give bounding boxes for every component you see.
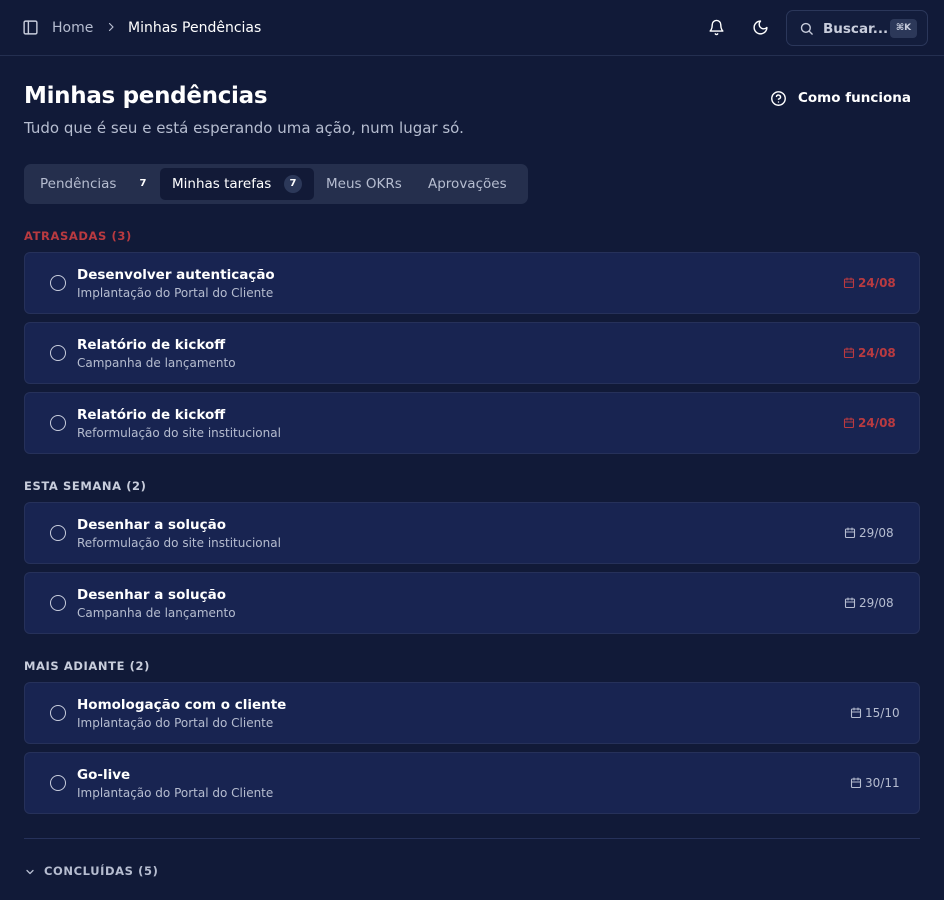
chevron-right-icon (108, 22, 114, 32)
task-title: Go-live (77, 767, 131, 783)
section-label-later: MAIS ADIANTE (2) (24, 659, 150, 673)
page-subtitle: Tudo que é seu e está esperando uma ação… (24, 119, 464, 137)
task-title: Desenhar a solução (77, 517, 226, 533)
sidebar-icon[interactable] (22, 19, 39, 36)
moon-icon[interactable] (752, 19, 769, 36)
section-label-this-week: ESTA SEMANA (2) (24, 479, 147, 493)
task-project: Implantação do Portal do Cliente (77, 286, 274, 300)
task-project: Reformulação do site institucional (77, 426, 281, 440)
due-date: 15/10 (850, 705, 900, 721)
bell-icon[interactable] (708, 19, 725, 36)
divider (24, 838, 920, 839)
calendar-icon (850, 707, 862, 719)
due-date-text: 15/10 (865, 706, 900, 720)
calendar-icon (843, 347, 855, 359)
search-shortcut: ⌘K (890, 19, 917, 38)
due-date: 24/08 (843, 415, 896, 431)
search-label: Buscar... (823, 21, 889, 37)
due-date-text: 24/08 (858, 346, 896, 360)
tab-label: Meus OKRs (326, 176, 402, 192)
task-project: Implantação do Portal do Cliente (77, 786, 274, 800)
tab-label: Aprovações (428, 176, 507, 192)
breadcrumb-home[interactable]: Home (52, 19, 93, 37)
tab-pendencias[interactable]: Pendências 7 (28, 168, 156, 200)
tab-count-badge: 7 (139, 178, 147, 189)
due-date: 24/08 (843, 345, 896, 361)
task-row[interactable]: Go-live Implantação do Portal do Cliente… (24, 752, 920, 814)
circle-icon[interactable] (50, 595, 66, 611)
task-row[interactable]: Relatório de kickoff Campanha de lançame… (24, 322, 920, 384)
top-bar: Home Minhas Pendências Buscar... ⌘K (0, 0, 944, 56)
section-label-late: ATRASADAS (3) (24, 229, 132, 243)
circle-icon[interactable] (50, 275, 66, 291)
task-row[interactable]: Relatório de kickoff Reformulação do sit… (24, 392, 920, 454)
due-date-text: 24/08 (858, 276, 896, 290)
task-row[interactable]: Desenhar a solução Campanha de lançament… (24, 572, 920, 634)
task-project: Reformulação do site institucional (77, 536, 281, 550)
calendar-icon (844, 597, 856, 609)
circle-icon[interactable] (50, 415, 66, 431)
how-it-works-label: Como funciona (798, 90, 911, 106)
due-date-text: 30/11 (865, 776, 900, 790)
task-title: Relatório de kickoff (77, 337, 226, 353)
calendar-icon (843, 417, 855, 429)
calendar-icon (843, 277, 855, 289)
task-project: Implantação do Portal do Cliente (77, 716, 274, 730)
tab-label: Minhas tarefas (172, 176, 272, 192)
tab-bar: Pendências 7 Minhas tarefas 7 Meus OKRs … (24, 164, 528, 204)
due-date: 29/08 (844, 595, 895, 611)
help-circle-icon (771, 91, 786, 106)
due-date: 30/11 (850, 775, 900, 791)
circle-icon[interactable] (50, 525, 66, 541)
tab-count-badge: 7 (284, 175, 302, 193)
due-date-text: 24/08 (858, 416, 896, 430)
circle-icon[interactable] (50, 345, 66, 361)
task-row[interactable]: Desenhar a solução Reformulação do site … (24, 502, 920, 564)
tab-meus-okrs[interactable]: Meus OKRs (316, 168, 412, 200)
search-icon (800, 22, 813, 35)
task-title: Relatório de kickoff (77, 407, 226, 423)
tab-label: Pendências (40, 176, 117, 192)
circle-icon[interactable] (50, 705, 66, 721)
chevron-down-icon (26, 869, 34, 875)
task-title: Homologação com o cliente (77, 697, 287, 713)
calendar-icon (844, 527, 856, 539)
page-title: Minhas pendências (24, 83, 268, 109)
due-date-text: 29/08 (859, 526, 894, 540)
task-project: Campanha de lançamento (77, 606, 236, 620)
task-project: Campanha de lançamento (77, 356, 236, 370)
due-date-text: 29/08 (859, 596, 894, 610)
task-title: Desenvolver autenticação (77, 267, 275, 283)
tab-aprovacoes[interactable]: Aprovações (416, 168, 524, 200)
due-date: 29/08 (844, 525, 895, 541)
due-date: 24/08 (843, 275, 896, 291)
task-row[interactable]: Homologação com o cliente Implantação do… (24, 682, 920, 744)
breadcrumb-current: Minhas Pendências (128, 20, 262, 36)
task-title: Desenhar a solução (77, 587, 226, 603)
task-row[interactable]: Desenvolver autenticação Implantação do … (24, 252, 920, 314)
completed-label: CONCLUÍDAS (5) (44, 864, 159, 878)
search-button[interactable]: Buscar... ⌘K (786, 10, 928, 46)
tab-minhas-tarefas[interactable]: Minhas tarefas 7 (160, 168, 314, 200)
circle-icon[interactable] (50, 775, 66, 791)
calendar-icon (850, 777, 862, 789)
